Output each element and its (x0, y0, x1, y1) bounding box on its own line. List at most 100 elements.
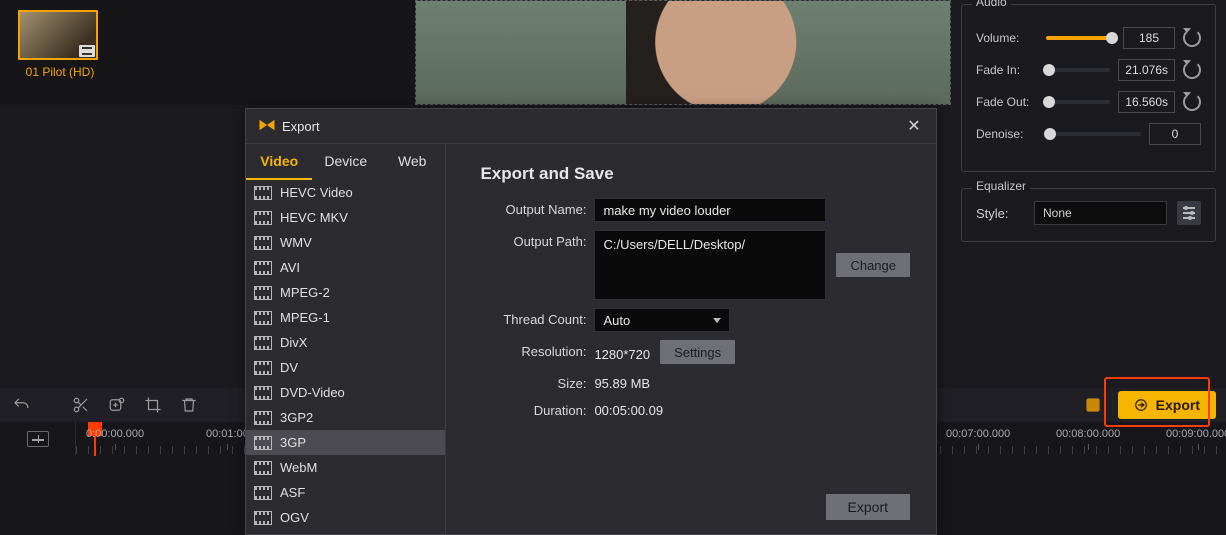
modal-titlebar: Export ✕ (246, 109, 936, 143)
format-item[interactable]: HEVC Video (246, 180, 445, 205)
format-item[interactable]: MPEG-2 (246, 280, 445, 305)
format-label: WMV (280, 235, 312, 250)
filmstrip-icon (254, 436, 272, 450)
modal-export-button[interactable]: Export (826, 494, 910, 520)
ruler-tick: 0:00:00.000 (86, 428, 144, 440)
filmstrip-icon (254, 486, 272, 500)
format-item[interactable]: AVI (246, 255, 445, 280)
media-bin: 01 Pilot (HD) (0, 0, 415, 105)
plus-icon (27, 431, 49, 447)
add-icon[interactable] (106, 394, 128, 416)
thread-label: Thread Count: (480, 308, 594, 327)
format-label: WebM (280, 460, 317, 475)
preview-frame (416, 1, 950, 104)
badge-icon[interactable] (1082, 394, 1104, 416)
format-label: DivX (280, 335, 307, 350)
settings-button[interactable]: Settings (660, 340, 735, 364)
size-value: 95.89 MB (594, 372, 650, 391)
format-item[interactable]: MPEG-1 (246, 305, 445, 330)
format-label: DV (280, 360, 298, 375)
output-path-input[interactable] (594, 230, 826, 300)
scissors-icon[interactable] (70, 394, 92, 416)
fadeout-value[interactable]: 16.560s (1118, 91, 1175, 113)
format-label: OGV (280, 510, 309, 525)
filmstrip-icon (254, 336, 272, 350)
export-heading: Export and Save (480, 164, 910, 184)
format-label: 3GP (280, 435, 306, 450)
format-item[interactable]: 3GP2 (246, 405, 445, 430)
audio-fadeout-row: Fade Out: 16.560s (976, 91, 1201, 113)
filmstrip-icon (254, 361, 272, 375)
fadein-slider[interactable] (1046, 68, 1110, 72)
volume-value[interactable]: 185 (1123, 27, 1175, 49)
close-icon[interactable]: ✕ (904, 116, 924, 136)
format-item[interactable]: HEVC MKV (246, 205, 445, 230)
fadein-value[interactable]: 21.076s (1118, 59, 1175, 81)
format-label: HEVC MKV (280, 210, 348, 225)
audio-volume-row: Volume: 185 (976, 27, 1201, 49)
format-item[interactable]: DVD-Video (246, 380, 445, 405)
volume-label: Volume: (976, 31, 1038, 45)
size-label: Size: (480, 372, 594, 391)
tab-video[interactable]: Video (246, 144, 312, 180)
export-icon (1134, 398, 1148, 412)
duration-value: 00:05:00.09 (594, 399, 663, 418)
crop-icon[interactable] (142, 394, 164, 416)
add-track-button[interactable] (0, 422, 76, 456)
format-item[interactable]: DV (246, 355, 445, 380)
resolution-value: 1280*720 (594, 343, 650, 362)
filmstrip-icon (254, 461, 272, 475)
reset-icon[interactable] (1183, 93, 1201, 111)
modal-left: Video Device Web HEVC Video HEVC MKV WMV AV… (246, 144, 446, 534)
modal-right: Export and Save Output Name: Output Path… (446, 144, 936, 534)
filmstrip-icon (254, 311, 272, 325)
fadein-label: Fade In: (976, 63, 1038, 77)
eq-style-select[interactable]: None (1034, 201, 1167, 225)
audio-panel: Audio Volume: 185 Fade In: 21.076s Fade … (961, 4, 1216, 172)
reset-icon[interactable] (1183, 29, 1201, 47)
filmstrip-icon (254, 386, 272, 400)
undo-icon[interactable] (10, 394, 32, 416)
output-name-input[interactable] (594, 198, 826, 222)
trash-icon[interactable] (178, 394, 200, 416)
change-button[interactable]: Change (836, 253, 910, 277)
format-item[interactable]: ASF (246, 480, 445, 505)
format-item[interactable]: WebM (246, 455, 445, 480)
fadeout-slider[interactable] (1046, 100, 1110, 104)
thread-select[interactable]: Auto (594, 308, 730, 332)
denoise-value[interactable]: 0 (1149, 123, 1201, 145)
eq-settings-icon[interactable] (1177, 201, 1201, 225)
filmstrip-icon (79, 45, 95, 57)
filmstrip-icon (254, 411, 272, 425)
filmstrip-icon (254, 186, 272, 200)
eq-style-label: Style: (976, 206, 1024, 221)
ruler-tick: 00:08:00.000 (1056, 428, 1120, 440)
export-tabs: Video Device Web (246, 144, 445, 180)
equalizer-panel: Equalizer Style: None (961, 188, 1216, 242)
denoise-label: Denoise: (976, 127, 1038, 141)
filmstrip-icon (254, 511, 272, 525)
equalizer-title: Equalizer (972, 179, 1030, 193)
format-item[interactable]: OGV (246, 505, 445, 530)
format-item[interactable]: WMV (246, 230, 445, 255)
media-clip[interactable]: 01 Pilot (HD) (18, 10, 102, 79)
tab-web[interactable]: Web (379, 144, 445, 180)
format-item[interactable]: DivX (246, 330, 445, 355)
audio-denoise-row: Denoise: 0 (976, 123, 1201, 145)
media-clip-label: 01 Pilot (HD) (18, 65, 102, 79)
output-path-label: Output Path: (480, 230, 594, 249)
reset-icon[interactable] (1183, 61, 1201, 79)
app-logo-icon (258, 118, 276, 135)
filmstrip-icon (254, 236, 272, 250)
ruler-tick: 00:07:00.000 (946, 428, 1010, 440)
output-name-label: Output Name: (480, 198, 594, 217)
filmstrip-icon (254, 261, 272, 275)
denoise-slider[interactable] (1046, 132, 1141, 136)
resolution-label: Resolution: (480, 340, 594, 359)
tab-device[interactable]: Device (312, 144, 378, 180)
export-button[interactable]: Export (1118, 391, 1216, 419)
format-list[interactable]: HEVC Video HEVC MKV WMV AVIMPEG-2MPEG-1 DivX… (246, 180, 445, 534)
filmstrip-icon (254, 286, 272, 300)
format-item[interactable]: 3GP (246, 430, 445, 455)
volume-slider[interactable] (1046, 36, 1115, 40)
